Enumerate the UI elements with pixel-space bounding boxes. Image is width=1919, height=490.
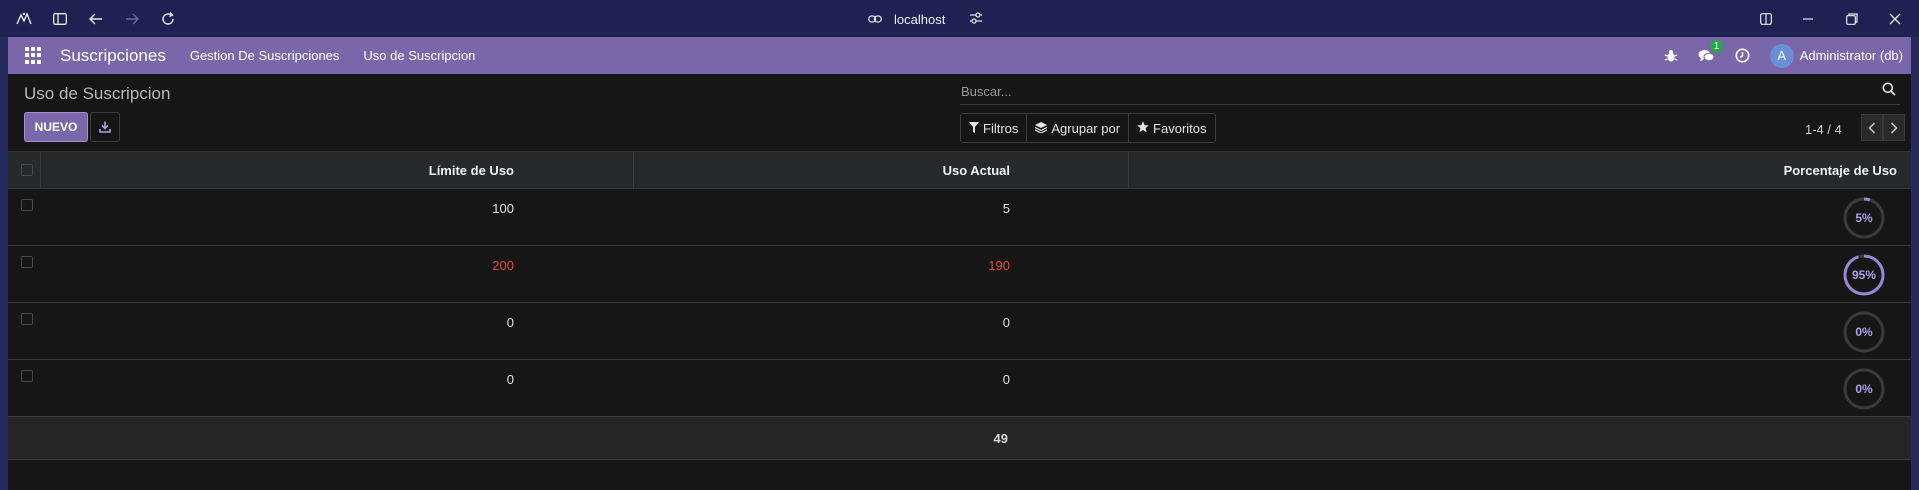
percent-label: 0% [1855, 382, 1873, 396]
limit-cell: 200 [492, 258, 514, 273]
favorites-button[interactable]: Favoritos [1129, 114, 1214, 142]
odoo-app: Suscripciones Gestion De Suscripciones U… [8, 37, 1911, 490]
current-cell: 5 [1002, 201, 1010, 216]
search-options: Filtros Agrupar por Favoritos [960, 113, 1216, 143]
chat-count-badge: 1 [1709, 39, 1724, 53]
limit-cell: 0 [506, 372, 514, 387]
site-settings-icon[interactable] [969, 11, 983, 27]
filters-button[interactable]: Filtros [961, 114, 1028, 142]
bird-logo-icon[interactable] [14, 9, 34, 29]
activity-clock-icon[interactable] [1734, 47, 1752, 65]
percent-progress-ring: 95% [1842, 253, 1886, 297]
layers-icon [1035, 121, 1048, 136]
search-bar [960, 79, 1900, 105]
group-by-button[interactable]: Agrupar por [1027, 114, 1130, 142]
avatar[interactable]: A [1769, 43, 1794, 68]
pager-next-icon[interactable] [1883, 114, 1905, 141]
search-input[interactable] [960, 81, 1860, 101]
main-navbar: Suscripciones Gestion De Suscripciones U… [8, 37, 1911, 74]
link-icon [868, 12, 882, 27]
table-row[interactable]: 200 190 95% [8, 246, 1911, 303]
column-divider [633, 152, 634, 189]
percent-progress-ring: 5% [1842, 196, 1886, 240]
bug-icon[interactable] [1662, 47, 1680, 65]
column-header-percent[interactable]: Porcentaje de Uso [1784, 152, 1897, 189]
row-checkbox[interactable] [21, 313, 33, 325]
app-brand[interactable]: Suscripciones [60, 46, 166, 66]
minimize-icon[interactable] [1798, 9, 1818, 29]
star-icon [1137, 120, 1149, 136]
forward-icon[interactable] [122, 9, 142, 29]
percent-progress-ring: 0% [1842, 367, 1886, 411]
percent-label: 95% [1851, 268, 1877, 282]
limit-cell: 0 [506, 315, 514, 330]
percent-label: 5% [1855, 211, 1873, 225]
current-cell: 0 [1002, 315, 1010, 330]
pager-previous-icon[interactable] [1861, 114, 1883, 141]
filter-icon [969, 121, 979, 136]
favorites-label: Favoritos [1153, 120, 1207, 136]
reload-icon[interactable] [158, 9, 178, 29]
row-checkbox[interactable] [21, 199, 33, 211]
close-icon[interactable] [1885, 9, 1905, 29]
column-header-current[interactable]: Uso Actual [943, 152, 1010, 189]
user-menu[interactable]: Administrator (db) [1800, 48, 1903, 63]
list-header: Límite de Uso Uso Actual Porcentaje de U… [8, 151, 1911, 189]
url-text[interactable]: localhost [894, 12, 945, 27]
percent-label: 0% [1855, 325, 1873, 339]
split-view-icon[interactable] [1756, 9, 1776, 29]
menu-uso[interactable]: Uso de Suscripcion [363, 48, 475, 63]
current-cell: 0 [1002, 372, 1010, 387]
column-divider [1128, 152, 1129, 189]
sidebar-toggle-icon[interactable] [50, 9, 70, 29]
table-row[interactable]: 0 0 0% [8, 303, 1911, 360]
row-checkbox[interactable] [21, 370, 33, 382]
percent-progress-ring: 0% [1842, 310, 1886, 354]
back-icon[interactable] [86, 9, 106, 29]
search-icon[interactable] [1882, 82, 1896, 101]
current-usage-total: 49 [993, 431, 1008, 446]
column-header-limit[interactable]: Límite de Uso [429, 152, 514, 189]
new-button[interactable]: NUEVO [24, 112, 88, 142]
browser-toolbar: localhost [0, 0, 1919, 37]
list-footer: 49 [8, 417, 1911, 460]
filters-label: Filtros [983, 120, 1019, 136]
pager-value[interactable]: 1-4 / 4 [1805, 122, 1842, 137]
table-row[interactable]: 0 0 0% [8, 360, 1911, 417]
restore-icon[interactable] [1842, 9, 1862, 29]
navbar-systray: 1 A Administrator (db) [1662, 37, 1911, 74]
table-row[interactable]: 100 5 5% [8, 189, 1911, 246]
address-bar[interactable]: localhost [868, 9, 983, 29]
chat-icon[interactable]: 1 [1698, 39, 1724, 65]
download-icon[interactable] [90, 112, 120, 142]
row-checkbox[interactable] [21, 256, 33, 268]
group-by-label: Agrupar por [1051, 120, 1121, 136]
app-grid-icon[interactable] [25, 46, 43, 65]
page-title: Uso de Suscripcion [24, 84, 171, 103]
limit-cell: 100 [492, 201, 514, 216]
select-all-checkbox[interactable] [21, 164, 33, 176]
control-panel: Uso de Suscripcion NUEVO Filtros Agru [8, 74, 1911, 151]
menu-gestion[interactable]: Gestion De Suscripciones [190, 48, 340, 63]
current-cell: 190 [988, 258, 1010, 273]
column-divider [40, 152, 41, 189]
